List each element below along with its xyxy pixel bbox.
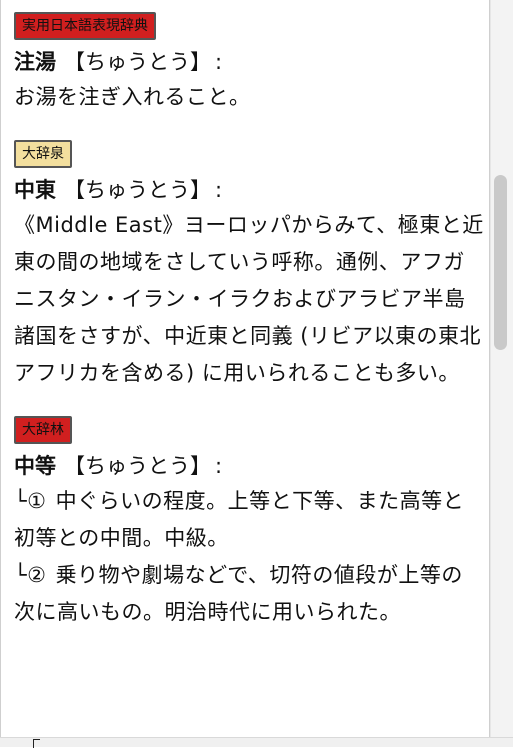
entry-headline: 注湯 【ちゅうとう】: xyxy=(14,45,484,79)
sense-marker: └② xyxy=(14,563,47,587)
reading: 【ちゅうとう】 xyxy=(64,454,211,478)
source-badge[interactable]: 実用日本語表現辞典 xyxy=(14,12,156,40)
entry-headline: 中等 【ちゅうとう】: xyxy=(14,449,484,483)
dictionary-entry: 大辞泉 中東 【ちゅうとう】: 《Middle East》ヨーロッパからみて、極東… xyxy=(14,140,484,392)
entry-headline: 中東 【ちゅうとう】: xyxy=(14,173,484,207)
vertical-scrollbar[interactable] xyxy=(490,0,513,737)
headword: 中等 xyxy=(14,454,56,478)
sense-text: 乗り物や劇場などで、切符の値段が上等の次に高いもの。明治時代に用いられた。 xyxy=(14,563,463,624)
dictionary-results-pane: 実用日本語表現辞典 注湯 【ちゅうとう】: お湯を注ぎ入れること。 大辞泉 中東【… xyxy=(0,0,490,737)
definition-text: お湯を注ぎ入れること。 xyxy=(14,85,251,109)
headword: 注湯 xyxy=(14,50,56,74)
reading: 【ちゅうとう】 xyxy=(64,50,211,74)
scrollbar-thumb[interactable] xyxy=(494,175,507,350)
colon: : xyxy=(215,50,223,74)
dictionary-entry: 大辞林 中等 【ちゅうとう】: └① 中ぐらいの程度。上等と下等、また高等と初等と… xyxy=(14,416,484,631)
source-badge[interactable]: 大辞泉 xyxy=(14,140,72,168)
headword: 中東 xyxy=(14,178,56,202)
results-list: 実用日本語表現辞典 注湯 【ちゅうとう】: お湯を注ぎ入れること。 大辞泉 中東【… xyxy=(1,0,484,631)
sense-text: 中ぐらいの程度。上等と下等、また高等と初等との中間。中級。 xyxy=(14,489,465,550)
sense-item: └① 中ぐらいの程度。上等と下等、また高等と初等との中間。中級。 xyxy=(14,483,484,557)
sense-marker: └① xyxy=(14,489,47,513)
definition-text: └① 中ぐらいの程度。上等と下等、また高等と初等との中間。中級。 └② 乗り物や… xyxy=(14,483,484,631)
definition-text: 《Middle East》ヨーロッパからみて、極東と近東の間の地域をさしていう呼… xyxy=(14,213,484,385)
dictionary-entry: 実用日本語表現辞典 注湯 【ちゅうとう】: お湯を注ぎ入れること。 xyxy=(14,12,484,116)
colon: : xyxy=(215,178,223,202)
sense-item: └② 乗り物や劇場などで、切符の値段が上等の次に高いもの。明治時代に用いられた。 xyxy=(14,557,484,631)
reading: 【ちゅうとう】 xyxy=(64,178,211,202)
colon: : xyxy=(215,454,223,478)
source-badge[interactable]: 大辞林 xyxy=(14,416,72,444)
bottom-bar xyxy=(0,737,513,748)
